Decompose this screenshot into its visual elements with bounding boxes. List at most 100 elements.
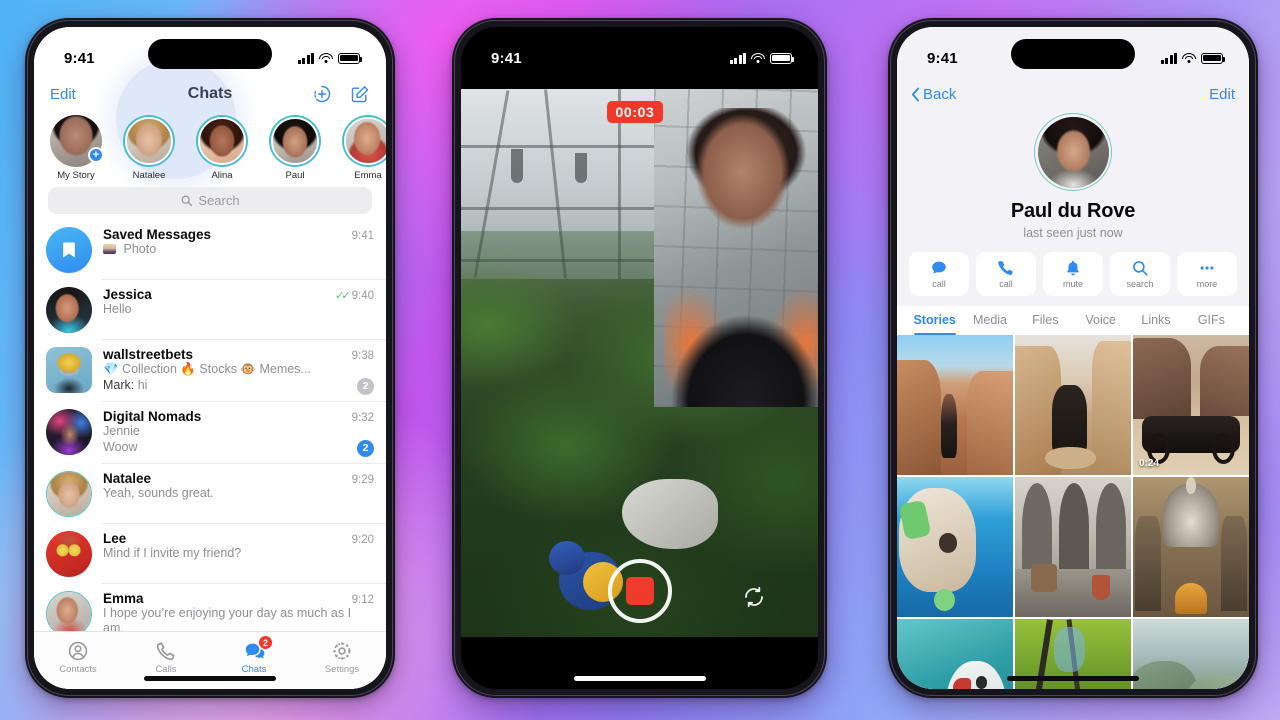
flip-camera-icon[interactable] [742,585,766,609]
tab-label: Contacts [59,664,97,675]
chat-preview: Photo [103,242,374,258]
photo-thumb-icon [103,244,116,254]
table-row[interactable]: Jessica ✓✓ 9:40 Hello [34,280,386,340]
message-button[interactable]: call [909,252,969,296]
profile-tabs[interactable]: Stories Media Files Voice Links GIFs [897,306,1249,335]
navbar-right: Back Edit [897,77,1249,111]
tab-gifs[interactable]: GIFs [1184,306,1239,335]
media-tile[interactable]: 0:24 [1133,335,1249,475]
call-button[interactable]: call [976,252,1036,296]
media-tile[interactable] [897,619,1013,689]
search-input[interactable]: Search [48,187,372,214]
media-tile[interactable] [1015,335,1131,475]
media-tile[interactable] [1133,477,1249,617]
table-row[interactable]: wallstreetbets 9:38 💎 Collection 🔥 Stock… [34,340,386,402]
table-row[interactable]: Saved Messages 9:41 Photo [34,220,386,280]
table-row[interactable]: Lee 9:20 Mind if I invite my friend? [34,524,386,584]
mute-button[interactable]: mute [1043,252,1103,296]
record-stop-button[interactable] [607,559,672,623]
camera-viewfinder[interactable]: 00:03 [461,89,818,637]
chat-preview-sender: Jennie [103,423,140,438]
phone-left-chats: 9:41 Edit Chats + My Story Natalee Alina… [25,18,395,698]
battery-icon [1201,52,1226,64]
chat-time: 9:29 [351,473,374,486]
status-badge: 2 [257,635,273,650]
chat-list[interactable]: Saved Messages 9:41 Photo Jessica ✓✓ 9:4… [34,220,386,631]
profile-header: Paul du Rove last seen just now [897,111,1249,248]
phone-icon [997,259,1015,277]
dynamic-island [1011,39,1135,69]
tab-label: Settings [324,664,360,675]
tab-voice[interactable]: Voice [1073,306,1128,335]
phone-left-screen: 9:41 Edit Chats + My Story Natalee Alina… [34,27,386,689]
avatar[interactable] [1034,113,1112,191]
media-tile[interactable] [897,335,1013,475]
back-button[interactable]: Back [911,86,956,103]
story-label: Paul [285,170,305,181]
action-label: search [1126,279,1154,289]
chat-name: Natalee [103,470,152,486]
compose-icon[interactable] [350,84,370,104]
dynamic-island [577,39,702,69]
tab-media[interactable]: Media [962,306,1017,335]
recording-timer: 00:03 [606,101,664,123]
tab-stories[interactable]: Stories [907,306,962,335]
media-duration-badge: 0:24 [1139,458,1160,469]
more-button[interactable]: more [1177,252,1237,296]
phone-icon [155,640,177,662]
media-tile[interactable] [1133,619,1249,689]
story-item[interactable]: + My Story [42,115,110,181]
selfie-pip-view[interactable] [653,89,818,407]
tab-links[interactable]: Links [1128,306,1183,335]
chat-preview-secondary: Mark: hi [103,378,357,394]
story-item[interactable]: Emma [334,115,386,181]
media-tile[interactable] [1015,477,1131,617]
ellipsis-icon [1198,259,1216,277]
chat-name: wallstreetbets [103,347,194,362]
search-icon [180,194,193,207]
search-icon [1131,259,1149,277]
add-story-plus-icon[interactable]: + [88,147,104,163]
story-label: Emma [354,170,382,181]
profile-status: last seen just now [1023,226,1123,240]
avatar [198,117,246,165]
avatar [46,590,92,631]
chat-preview: 💎 Collection 🔥 Stocks 🐵 Memes... [103,362,311,376]
screenshot-stage: 9:41 Edit Chats + My Story Natalee Alina… [0,0,1280,720]
chat-name: Emma [103,590,144,606]
chat-preview: Mind if I invite my friend? [103,545,242,560]
chat-time: 9:12 [351,593,374,606]
table-row[interactable]: Emma 9:12 I hope you’re enjoying your da… [34,584,386,631]
chat-time: 9:38 [351,350,374,362]
profile-action-buttons: call call mute search more [897,248,1249,306]
tab-label: Chats [241,664,267,675]
avatar [125,117,173,165]
sidebar-item-contacts[interactable]: Contacts [34,632,122,683]
media-tile[interactable] [897,477,1013,617]
story-item[interactable]: Alina [188,115,256,181]
stories-row[interactable]: + My Story Natalee Alina Paul Emma [34,111,386,183]
media-grid[interactable]: 0:24 [897,335,1249,689]
add-story-icon[interactable] [312,84,332,104]
story-item[interactable]: Paul [261,115,329,181]
chat-name: Jessica [103,287,152,302]
sidebar-item-settings[interactable]: Settings [298,632,386,683]
search-placeholder: Search [198,193,240,208]
action-label: call [932,279,946,289]
action-label: call [999,279,1013,289]
table-row[interactable]: Natalee 9:29 Yeah, sounds great. [34,464,386,524]
story-item[interactable]: Natalee [115,115,183,181]
home-indicator [1007,676,1139,681]
status-badge: 2 [357,377,374,395]
tab-files[interactable]: Files [1018,306,1073,335]
phone-center-camera: 9:41 00:03 [452,18,827,698]
story-label: Natalee [132,170,166,181]
edit-button[interactable]: Edit [1209,86,1235,103]
wifi-icon [319,52,333,64]
chat-preview: Yeah, sounds great. [103,485,214,500]
table-row[interactable]: Digital Nomads 9:32 Jennie Woow 2 [34,402,386,464]
search-button[interactable]: search [1110,252,1170,296]
chevron-left-icon [911,87,920,102]
read-receipt-icon: ✓✓ [335,290,351,302]
chat-preview: Woow [103,440,138,455]
